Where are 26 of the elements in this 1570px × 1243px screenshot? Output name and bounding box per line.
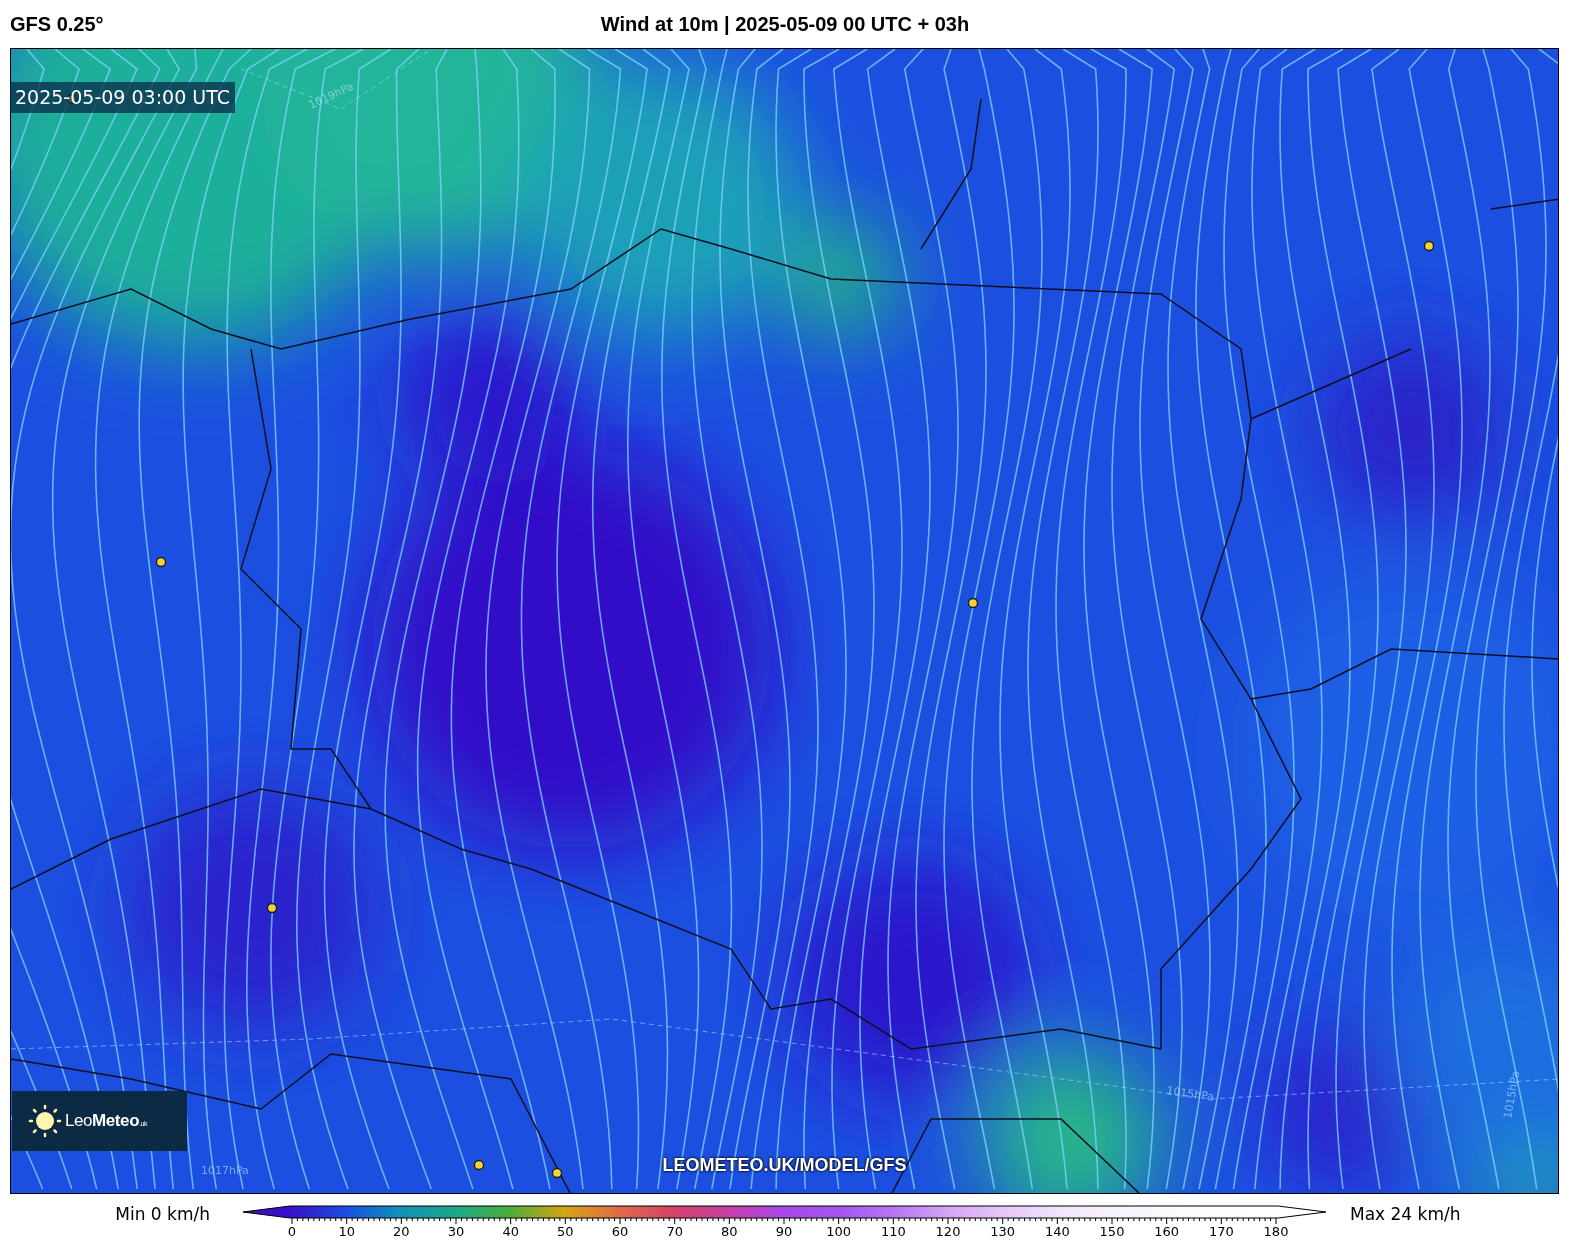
tick-label: 10 bbox=[338, 1223, 355, 1241]
tick-label: 80 bbox=[721, 1223, 738, 1241]
tick-label: 0 bbox=[287, 1223, 297, 1241]
timestamp-label: 2025-05-09 03:00 UTC bbox=[10, 82, 235, 113]
tick-label: 150 bbox=[1099, 1223, 1125, 1241]
tick-label: 180 bbox=[1263, 1223, 1289, 1241]
chart-title: Wind at 10m | 2025-05-09 00 UTC + 03h bbox=[600, 12, 970, 37]
model-label: GFS 0.25° bbox=[10, 12, 104, 37]
tick-label: 140 bbox=[1044, 1223, 1070, 1241]
tick-label: 40 bbox=[502, 1223, 519, 1241]
tick-label: 20 bbox=[393, 1223, 410, 1241]
tick-label: 50 bbox=[557, 1223, 574, 1241]
tick-label: 60 bbox=[611, 1223, 629, 1241]
website-url: LEOMETEO.UK/MODEL/GFS bbox=[662, 1154, 907, 1177]
tick-label: 130 bbox=[990, 1223, 1016, 1241]
max-label: Max 24 km/h bbox=[1350, 1203, 1461, 1226]
tick-label: 90 bbox=[775, 1223, 793, 1241]
tick-label: 120 bbox=[935, 1223, 961, 1241]
tick-label: 70 bbox=[666, 1223, 683, 1241]
tick-label: 160 bbox=[1154, 1223, 1180, 1241]
sun-icon bbox=[28, 1104, 62, 1138]
tick-label: 170 bbox=[1208, 1223, 1234, 1241]
min-label: Min 0 km/h bbox=[115, 1203, 210, 1226]
tick-label: 110 bbox=[880, 1223, 906, 1241]
tick-label: 100 bbox=[826, 1223, 852, 1241]
tick-label: 30 bbox=[447, 1223, 465, 1241]
